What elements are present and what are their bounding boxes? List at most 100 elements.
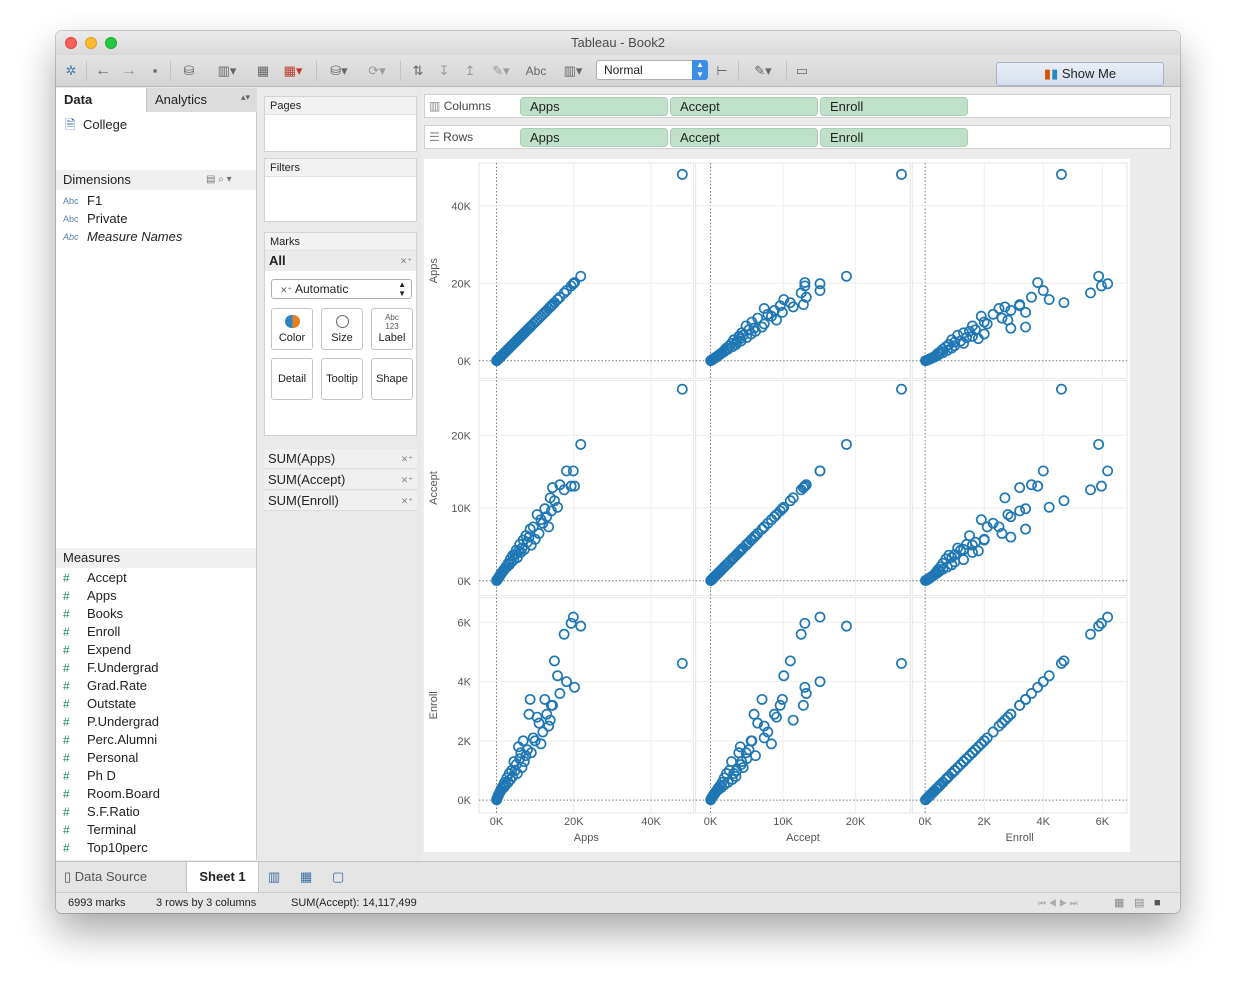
measure-item[interactable]: # F.Undergrad [56,659,256,677]
y-tick-label: 20K [451,278,471,290]
label-button[interactable]: Abc 123 Label [371,308,413,350]
new-story-icon[interactable]: ▢ [332,869,344,885]
datasource-row[interactable]: 🗎 College [56,114,256,136]
pages-card[interactable]: Pages [264,96,417,152]
search-icon[interactable]: ▤ ⌕ ▾ [206,170,232,190]
size-label: Size [331,332,353,344]
columns-pill-accept[interactable]: Accept [670,97,818,116]
measure-item[interactable]: # Outstate [56,695,256,713]
highlight-icon[interactable]: ✎▾ [486,61,516,81]
measure-item[interactable]: # Ph D [56,767,256,785]
tab-view-icon[interactable]: ■ [1154,893,1161,913]
y-tick-label: 10K [451,503,471,515]
redo-icon[interactable]: → [120,61,138,81]
dimension-label: Measure Names [87,229,183,244]
rows-pill-accept[interactable]: Accept [670,128,818,147]
new-worksheet-icon[interactable]: ▥ [268,869,280,885]
rows-pill-enroll[interactable]: Enroll [820,128,968,147]
clear-sheet-icon[interactable]: ▦▾ [278,61,308,81]
rows-shelf[interactable]: ☰ Rows Apps Accept Enroll [424,125,1171,149]
dimension-item[interactable]: Abc Measure Names [56,228,256,246]
measure-item[interactable]: # Enroll [56,623,256,641]
measure-label: Personal [87,750,139,765]
automatic-mark-icon: ✕⁺ [280,285,293,295]
size-button[interactable]: Size [321,308,363,350]
mark-field-accept[interactable]: SUM(Accept) ✕⁺ [264,470,417,490]
fix-axes-icon[interactable]: ⊢ [712,61,732,81]
measure-label: Room.Board [87,786,160,801]
presentation-icon[interactable]: ▭ [792,61,812,81]
swap-icon[interactable]: ⇅ [408,61,428,81]
scatter-matrix[interactable]: 0K 20K 40K Apps 0K 10K 20K Accept 0K 2K 4K 6K Enroll… [424,159,1130,852]
show-me-button[interactable]: ▮▮ Show Me [996,62,1164,86]
zoom-window-button[interactable] [105,37,117,49]
columns-pill-apps[interactable]: Apps [520,97,668,116]
dimension-item[interactable]: Abc F1 [56,192,256,210]
y-tick-label: 0K [458,795,472,807]
sort-descending-icon[interactable]: ↥ [460,61,480,81]
measure-item[interactable]: # Terminal [56,821,256,839]
x-tick-label: 10K [773,816,793,828]
mark-field-enroll[interactable]: SUM(Enroll) ✕⁺ [264,491,417,511]
page-navigation-icons[interactable]: ⏮ ◀ ▶ ⏭ [1038,893,1078,913]
measure-item[interactable]: # Books [56,605,256,623]
measure-item[interactable]: # Personal [56,749,256,767]
tab-data-source[interactable]: ▯ Data Source [56,862,186,892]
scatter-matrix-svg[interactable]: 0K 20K 40K Apps 0K 10K 20K Accept 0K 2K 4K 6K Enroll… [424,159,1130,852]
measure-item[interactable]: # P.Undergrad [56,713,256,731]
filmstrip-view-icon[interactable]: ▤ [1134,893,1144,913]
new-worksheet-icon[interactable]: ▥▾ [212,61,242,81]
tab-data[interactable]: Data [56,88,146,112]
grid-view-icon[interactable]: ▦ [1114,893,1124,913]
undo-icon[interactable]: ← [94,61,112,81]
tooltip-icon[interactable]: ✎▾ [746,61,780,81]
shape-button[interactable]: Shape [371,358,413,400]
marks-all-row[interactable]: All ✕⁺ [265,251,416,271]
measure-item[interactable]: # Expend [56,641,256,659]
pause-updates-icon[interactable]: ⛁▾ [324,61,354,81]
chart-type-icon[interactable]: ▥▾ [556,61,590,81]
measure-item[interactable]: # Grad.Rate [56,677,256,695]
app-window: Tableau - Book2 ✲ ← → ▪ ⛁ ▥▾ ▦ ▦▾ ⛁▾ ⟳▾ … [56,31,1180,913]
measure-item[interactable]: # Apps [56,587,256,605]
detail-label: Detail [277,373,307,385]
mark-field-apps[interactable]: SUM(Apps) ✕⁺ [264,449,417,469]
dimension-label: Private [87,211,128,226]
columns-pill-enroll[interactable]: Enroll [820,97,968,116]
tab-sheet-1[interactable]: Sheet 1 [186,862,259,892]
number-field-icon: # [63,589,70,603]
number-field-icon: # [63,607,70,621]
columns-shelf[interactable]: ▥ Columns Apps Accept Enroll [424,94,1171,118]
measure-item[interactable]: # Accept [56,569,256,587]
close-window-button[interactable] [65,37,77,49]
tableau-logo-icon[interactable]: ✲ [62,61,80,81]
pane-menu-icon[interactable]: ▴▾ [241,92,250,103]
new-data-source-icon[interactable]: ⛁ [180,61,198,81]
tooltip-button[interactable]: Tooltip [321,358,363,400]
mark-type-select[interactable]: ✕⁺ Automatic ▲ ▼ [271,279,412,299]
refresh-icon[interactable]: ⟳▾ [362,61,392,81]
sort-ascending-icon[interactable]: ↧ [434,61,454,81]
y-tick-label: 40K [451,201,471,213]
measure-item[interactable]: # Top10perc [56,839,256,857]
save-icon[interactable]: ▪ [146,61,164,81]
filters-card[interactable]: Filters [264,158,417,222]
string-field-icon: Abc [63,232,79,242]
show-me-icon: ▮ [1043,66,1052,81]
view-size-select[interactable]: Normal ▲ ▼ [596,60,708,80]
rows-pill-apps[interactable]: Apps [520,128,668,147]
color-button[interactable]: Color [271,308,313,350]
minimize-window-button[interactable] [85,37,97,49]
measure-label: Terminal [87,822,137,837]
mark-field-apps-label: SUM(Apps) [268,451,336,466]
show-labels-button[interactable]: Abc [522,61,550,81]
duplicate-sheet-icon[interactable]: ▦ [252,61,274,81]
new-dashboard-icon[interactable]: ▦ [300,869,312,885]
detail-button[interactable]: Detail [271,358,313,400]
multiple-fields-icon: ✕⁺ [399,256,412,266]
dimension-item[interactable]: Abc Private [56,210,256,228]
measure-item[interactable]: # Perc.Alumni [56,731,256,749]
measure-item[interactable]: # S.F.Ratio [56,803,256,821]
measure-item[interactable]: # Room.Board [56,785,256,803]
x-axis-title: Apps [574,832,600,844]
